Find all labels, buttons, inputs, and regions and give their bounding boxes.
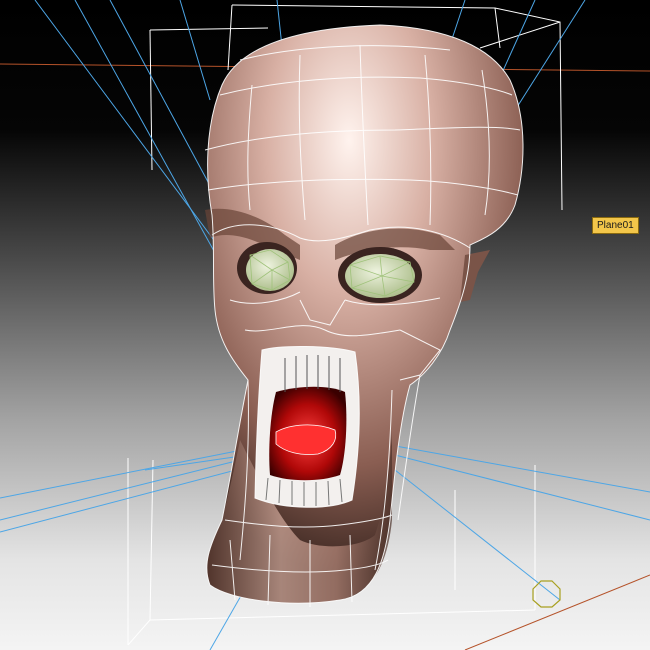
object-name-tooltip: Plane01	[592, 217, 639, 234]
skull-model[interactable]	[205, 25, 524, 604]
pivot-gizmo-icon[interactable]	[532, 580, 561, 608]
tongue	[275, 424, 337, 455]
3d-viewport[interactable]: Plane01	[0, 0, 650, 650]
scene-canvas[interactable]	[0, 0, 650, 650]
